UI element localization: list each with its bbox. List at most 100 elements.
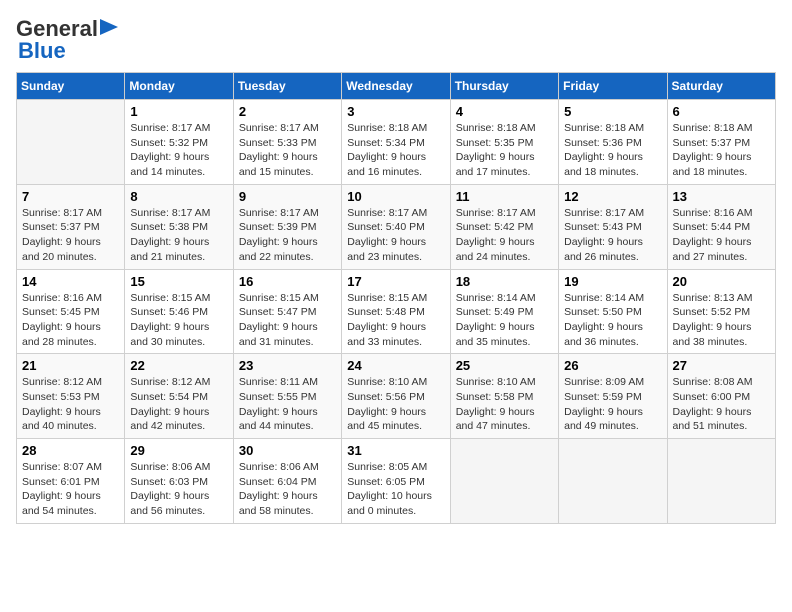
day-number: 2 (239, 104, 336, 119)
calendar-cell: 7 Sunrise: 8:17 AM Sunset: 5:37 PM Daylig… (17, 184, 125, 269)
day-number: 4 (456, 104, 553, 119)
day-info: Sunrise: 8:14 AM Sunset: 5:50 PM Dayligh… (564, 291, 661, 350)
day-number: 10 (347, 189, 444, 204)
calendar-week-row: 21Sunrise: 8:12 AM Sunset: 5:53 PM Dayli… (17, 354, 776, 439)
day-info: Sunrise: 8:17 AM Sunset: 5:37 PM Dayligh… (22, 206, 119, 265)
calendar-cell: 20Sunrise: 8:13 AM Sunset: 5:52 PM Dayli… (667, 269, 775, 354)
calendar-cell: 4Sunrise: 8:18 AM Sunset: 5:35 PM Daylig… (450, 100, 558, 185)
day-info: Sunrise: 8:16 AM Sunset: 5:44 PM Dayligh… (673, 206, 770, 265)
weekday-header-friday: Friday (559, 73, 667, 100)
calendar-cell: 10 Sunrise: 8:17 AM Sunset: 5:40 PM Dayli… (342, 184, 450, 269)
day-info: Sunrise: 8:16 AM Sunset: 5:45 PM Dayligh… (22, 291, 119, 350)
calendar-cell: 1 Sunrise: 8:17 AM Sunset: 5:32 PM Daylig… (125, 100, 233, 185)
calendar-cell: 2 Sunrise: 8:17 AM Sunset: 5:33 PM Daylig… (233, 100, 341, 185)
calendar-cell (450, 439, 558, 524)
day-number: 3 (347, 104, 444, 119)
day-info: Sunrise: 8:05 AM Sunset: 6:05 PM Dayligh… (347, 460, 444, 519)
day-info: Sunrise: 8:17 AM Sunset: 5:39 PM Dayligh… (239, 206, 336, 265)
day-number: 18 (456, 274, 553, 289)
day-info: Sunrise: 8:10 AM Sunset: 5:58 PM Dayligh… (456, 375, 553, 434)
calendar-cell: 23 Sunrise: 8:11 AM Sunset: 5:55 PM Dayli… (233, 354, 341, 439)
calendar-cell: 30 Sunrise: 8:06 AM Sunset: 6:04 PM Dayli… (233, 439, 341, 524)
day-info: Sunrise: 8:11 AM Sunset: 5:55 PM Dayligh… (239, 375, 336, 434)
day-info: Sunrise: 8:15 AM Sunset: 5:48 PM Dayligh… (347, 291, 444, 350)
calendar-cell: 16Sunrise: 8:15 AM Sunset: 5:47 PM Dayli… (233, 269, 341, 354)
calendar-cell: 25 Sunrise: 8:10 AM Sunset: 5:58 PM Dayli… (450, 354, 558, 439)
logo: General Blue (16, 16, 120, 64)
day-info: Sunrise: 8:14 AM Sunset: 5:49 PM Dayligh… (456, 291, 553, 350)
calendar-cell: 17 Sunrise: 8:15 AM Sunset: 5:48 PM Dayli… (342, 269, 450, 354)
calendar-cell: 12 Sunrise: 8:17 AM Sunset: 5:43 PM Dayli… (559, 184, 667, 269)
day-info: Sunrise: 8:17 AM Sunset: 5:40 PM Dayligh… (347, 206, 444, 265)
day-number: 8 (130, 189, 227, 204)
day-number: 17 (347, 274, 444, 289)
calendar-cell (667, 439, 775, 524)
day-info: Sunrise: 8:17 AM Sunset: 5:33 PM Dayligh… (239, 121, 336, 180)
day-info: Sunrise: 8:17 AM Sunset: 5:32 PM Dayligh… (130, 121, 227, 180)
day-number: 5 (564, 104, 661, 119)
calendar-week-row: 14 Sunrise: 8:16 AM Sunset: 5:45 PM Dayli… (17, 269, 776, 354)
calendar-cell: 6Sunrise: 8:18 AM Sunset: 5:37 PM Daylig… (667, 100, 775, 185)
day-number: 26 (564, 358, 661, 373)
day-number: 1 (130, 104, 227, 119)
day-info: Sunrise: 8:06 AM Sunset: 6:04 PM Dayligh… (239, 460, 336, 519)
logo-blue-text: Blue (16, 38, 66, 64)
weekday-header-sunday: Sunday (17, 73, 125, 100)
day-number: 7 (22, 189, 119, 204)
day-info: Sunrise: 8:17 AM Sunset: 5:42 PM Dayligh… (456, 206, 553, 265)
day-number: 12 (564, 189, 661, 204)
day-info: Sunrise: 8:15 AM Sunset: 5:46 PM Dayligh… (130, 291, 227, 350)
calendar-cell: 29 Sunrise: 8:06 AM Sunset: 6:03 PM Dayli… (125, 439, 233, 524)
day-info: Sunrise: 8:09 AM Sunset: 5:59 PM Dayligh… (564, 375, 661, 434)
day-number: 25 (456, 358, 553, 373)
calendar-cell: 18 Sunrise: 8:14 AM Sunset: 5:49 PM Dayli… (450, 269, 558, 354)
day-number: 30 (239, 443, 336, 458)
day-number: 20 (673, 274, 770, 289)
day-number: 14 (22, 274, 119, 289)
calendar-week-row: 1 Sunrise: 8:17 AM Sunset: 5:32 PM Daylig… (17, 100, 776, 185)
calendar-cell: 24 Sunrise: 8:10 AM Sunset: 5:56 PM Dayli… (342, 354, 450, 439)
weekday-header-row: SundayMondayTuesdayWednesdayThursdayFrid… (17, 73, 776, 100)
day-number: 28 (22, 443, 119, 458)
calendar-cell: 8 Sunrise: 8:17 AM Sunset: 5:38 PM Daylig… (125, 184, 233, 269)
calendar-cell: 11 Sunrise: 8:17 AM Sunset: 5:42 PM Dayli… (450, 184, 558, 269)
calendar-cell: 27 Sunrise: 8:08 AM Sunset: 6:00 PM Dayli… (667, 354, 775, 439)
calendar-cell: 3 Sunrise: 8:18 AM Sunset: 5:34 PM Daylig… (342, 100, 450, 185)
day-info: Sunrise: 8:10 AM Sunset: 5:56 PM Dayligh… (347, 375, 444, 434)
day-info: Sunrise: 8:17 AM Sunset: 5:38 PM Dayligh… (130, 206, 227, 265)
calendar-week-row: 28 Sunrise: 8:07 AM Sunset: 6:01 PM Dayli… (17, 439, 776, 524)
calendar-cell: 14 Sunrise: 8:16 AM Sunset: 5:45 PM Dayli… (17, 269, 125, 354)
day-info: Sunrise: 8:08 AM Sunset: 6:00 PM Dayligh… (673, 375, 770, 434)
calendar-cell: 26 Sunrise: 8:09 AM Sunset: 5:59 PM Dayli… (559, 354, 667, 439)
weekday-header-saturday: Saturday (667, 73, 775, 100)
logo-flag-icon (100, 19, 120, 39)
day-number: 19 (564, 274, 661, 289)
calendar-cell (17, 100, 125, 185)
calendar-cell: 13Sunrise: 8:16 AM Sunset: 5:44 PM Dayli… (667, 184, 775, 269)
header: General Blue (16, 16, 776, 64)
day-number: 11 (456, 189, 553, 204)
day-info: Sunrise: 8:12 AM Sunset: 5:53 PM Dayligh… (22, 375, 119, 434)
day-number: 24 (347, 358, 444, 373)
day-number: 23 (239, 358, 336, 373)
calendar-week-row: 7 Sunrise: 8:17 AM Sunset: 5:37 PM Daylig… (17, 184, 776, 269)
calendar-cell: 19 Sunrise: 8:14 AM Sunset: 5:50 PM Dayli… (559, 269, 667, 354)
calendar-cell: 28 Sunrise: 8:07 AM Sunset: 6:01 PM Dayli… (17, 439, 125, 524)
day-info: Sunrise: 8:17 AM Sunset: 5:43 PM Dayligh… (564, 206, 661, 265)
day-number: 27 (673, 358, 770, 373)
day-number: 29 (130, 443, 227, 458)
day-number: 31 (347, 443, 444, 458)
day-number: 9 (239, 189, 336, 204)
day-info: Sunrise: 8:15 AM Sunset: 5:47 PM Dayligh… (239, 291, 336, 350)
calendar-cell: 9 Sunrise: 8:17 AM Sunset: 5:39 PM Daylig… (233, 184, 341, 269)
day-info: Sunrise: 8:18 AM Sunset: 5:34 PM Dayligh… (347, 121, 444, 180)
calendar-cell: 5 Sunrise: 8:18 AM Sunset: 5:36 PM Daylig… (559, 100, 667, 185)
calendar-cell: 15Sunrise: 8:15 AM Sunset: 5:46 PM Dayli… (125, 269, 233, 354)
day-info: Sunrise: 8:07 AM Sunset: 6:01 PM Dayligh… (22, 460, 119, 519)
day-info: Sunrise: 8:06 AM Sunset: 6:03 PM Dayligh… (130, 460, 227, 519)
weekday-header-thursday: Thursday (450, 73, 558, 100)
calendar-cell: 21Sunrise: 8:12 AM Sunset: 5:53 PM Dayli… (17, 354, 125, 439)
day-info: Sunrise: 8:12 AM Sunset: 5:54 PM Dayligh… (130, 375, 227, 434)
weekday-header-monday: Monday (125, 73, 233, 100)
day-info: Sunrise: 8:18 AM Sunset: 5:36 PM Dayligh… (564, 121, 661, 180)
